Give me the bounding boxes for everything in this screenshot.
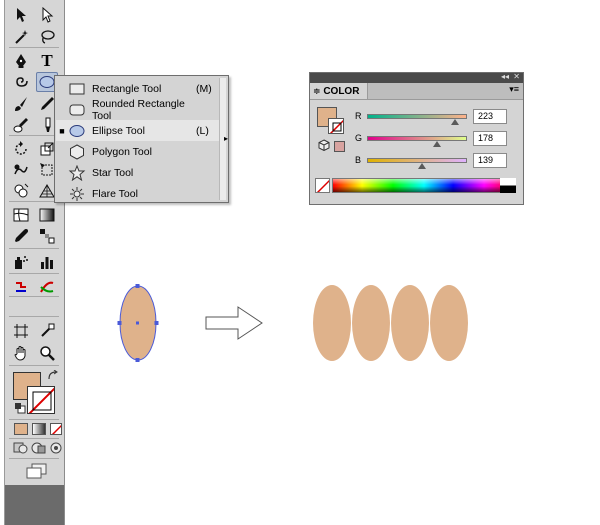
anchor-point-left[interactable] bbox=[117, 321, 122, 325]
right-arrow-icon bbox=[205, 306, 263, 340]
ellipse-copy-1[interactable] bbox=[313, 285, 351, 361]
ellipse-copy-2[interactable] bbox=[352, 285, 390, 361]
anchor-point-bottom[interactable] bbox=[135, 358, 140, 362]
artboard-canvas bbox=[117, 284, 468, 362]
anchor-point-right[interactable] bbox=[154, 321, 159, 325]
selected-ellipse[interactable] bbox=[117, 284, 159, 362]
ellipse-copy-3[interactable] bbox=[391, 285, 429, 361]
anchor-point-top[interactable] bbox=[135, 284, 140, 288]
ellipse-copy-4[interactable] bbox=[430, 285, 468, 361]
center-point bbox=[136, 321, 139, 325]
